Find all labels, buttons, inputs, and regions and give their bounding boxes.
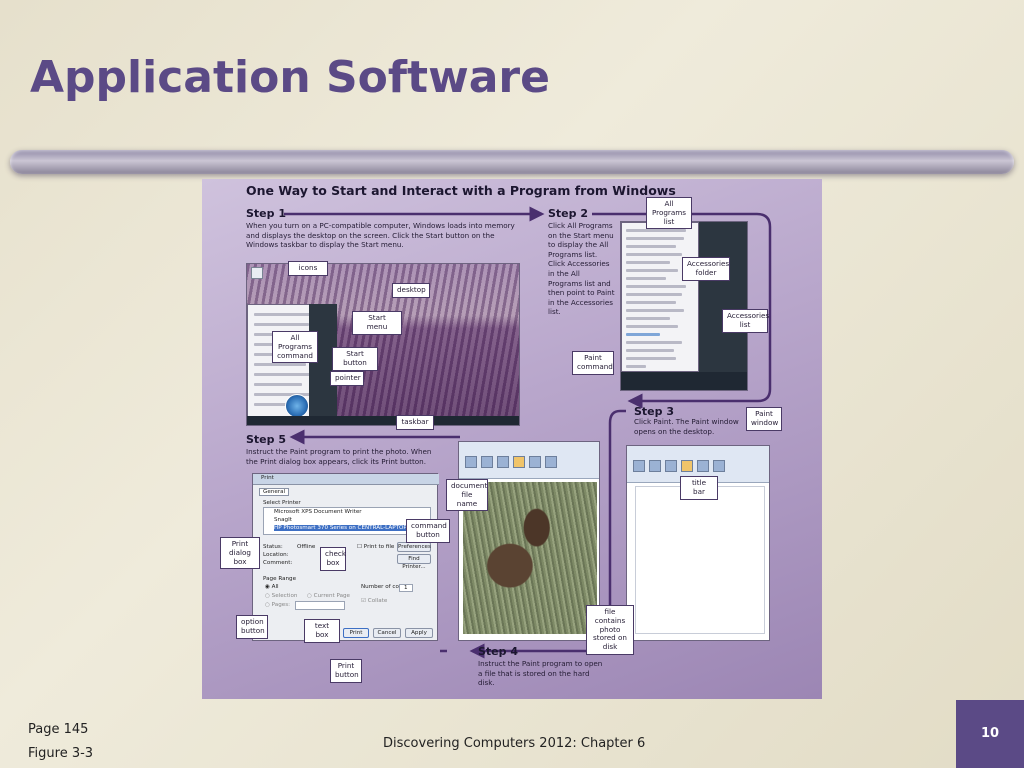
- option-all[interactable]: ◉ All: [265, 584, 279, 590]
- callout-command-button: command button: [406, 519, 450, 543]
- pages-text-box[interactable]: [295, 601, 345, 610]
- apply-button[interactable]: Apply: [405, 628, 433, 638]
- title-divider: [10, 150, 1014, 174]
- print-dialog-title: Print: [261, 475, 274, 481]
- page-range-label: Page Range: [263, 576, 297, 582]
- callout-paint-command: Paint command: [572, 351, 614, 375]
- printer-option[interactable]: SnagIt: [274, 517, 292, 523]
- callout-document-file-name: document file name: [446, 479, 488, 512]
- callout-file-contains-photo: file contains photo stored on disk: [586, 605, 634, 655]
- step5-title: Step 5: [246, 433, 286, 446]
- step2-text: Click All Programs on the Start menu to …: [548, 221, 615, 317]
- start-button-icon[interactable]: [285, 394, 309, 418]
- copies-stepper[interactable]: 1: [399, 584, 413, 592]
- preferences-button[interactable]: Preferences: [397, 542, 431, 552]
- status-label: Status:: [263, 544, 283, 550]
- paint-window-empty: [626, 445, 770, 641]
- recycle-bin-icon[interactable]: [251, 267, 263, 279]
- step4-text: Instruct the Paint program to open a fil…: [478, 659, 603, 688]
- find-printer-button[interactable]: Find Printer...: [397, 554, 431, 570]
- paint-canvas[interactable]: [635, 486, 765, 634]
- callout-start-menu: Start menu: [352, 311, 402, 335]
- footer-figure-ref: Figure 3-3: [28, 746, 94, 761]
- printer-option-selected[interactable]: HP Photosmart 370 Series on CENTRAL-LAPT…: [274, 525, 407, 531]
- option-pages-label: Pages:: [271, 602, 291, 608]
- step2-title: Step 2: [548, 207, 588, 220]
- footer-chapter: Discovering Computers 2012: Chapter 6: [383, 736, 646, 751]
- tab-general[interactable]: General: [259, 488, 290, 496]
- callout-start-button: Start button: [332, 347, 378, 371]
- print-to-file-label: Print to file: [363, 544, 395, 550]
- callout-accessories-folder: Accessories folder: [682, 257, 730, 281]
- callout-text-box: text box: [304, 619, 340, 643]
- paint-window-photo: [458, 441, 600, 641]
- option-pages[interactable]: ○ Pages:: [265, 602, 290, 608]
- callout-desktop: desktop: [392, 283, 430, 298]
- callout-icons: icons: [288, 261, 328, 276]
- step1-text: When you turn on a PC-compatible compute…: [246, 221, 515, 250]
- step3-text: Click Paint. The Paint window opens on t…: [634, 417, 739, 436]
- option-all-label: All: [271, 584, 279, 590]
- callout-print-dialog-box: Print dialog box: [220, 537, 260, 570]
- cancel-button[interactable]: Cancel: [373, 628, 401, 638]
- option-current-page-label: Current Page: [313, 593, 351, 599]
- print-dialog-titlebar: Print: [253, 474, 439, 485]
- footer-page-ref: Page 145: [28, 722, 89, 737]
- callout-check-box: check box: [320, 547, 346, 571]
- slide-title: Application Software: [30, 52, 550, 103]
- print-button[interactable]: Print: [343, 628, 369, 638]
- print-to-file-checkbox[interactable]: ☐ Print to file: [357, 544, 394, 550]
- select-printer-label: Select Printer: [263, 500, 301, 506]
- callout-all-programs-list: All Programs list: [646, 197, 692, 230]
- comment-label: Comment:: [263, 560, 293, 566]
- all-programs-screenshot: [620, 221, 748, 391]
- callout-title-bar: title bar: [680, 476, 718, 500]
- option-current-page[interactable]: ○ Current Page: [307, 593, 350, 599]
- step1-title: Step 1: [246, 207, 286, 220]
- collate-checkbox[interactable]: ☑ Collate: [361, 598, 387, 604]
- step5-text: Instruct the Paint program to print the …: [246, 447, 432, 466]
- status-value: Offline: [297, 544, 316, 550]
- taskbar: [247, 416, 519, 425]
- figure-heading: One Way to Start and Interact with a Pro…: [246, 183, 676, 198]
- location-label: Location:: [263, 552, 289, 558]
- step4-title: Step 4: [478, 645, 518, 658]
- callout-paint-window: Paint window: [746, 407, 782, 431]
- option-selection-label: Selection: [271, 593, 298, 599]
- callout-accessories-list: Accessories list: [722, 309, 769, 333]
- all-programs-list-panel: [621, 222, 699, 372]
- figure-3-3: One Way to Start and Interact with a Pro…: [202, 179, 822, 699]
- callout-option-button: option button: [236, 615, 268, 639]
- printer-option[interactable]: Microsoft XPS Document Writer: [274, 509, 362, 515]
- callout-taskbar: taskbar: [396, 415, 434, 430]
- callout-all-programs-command: All Programs command: [272, 331, 318, 364]
- slide-number: 10: [956, 700, 1024, 768]
- collate-label: Collate: [367, 598, 388, 604]
- callout-pointer: pointer: [330, 371, 364, 386]
- paint-ribbon-photo: [459, 442, 599, 479]
- option-selection[interactable]: ○ Selection: [265, 593, 297, 599]
- step2-taskbar: [621, 372, 747, 390]
- callout-print-button: Print button: [330, 659, 362, 683]
